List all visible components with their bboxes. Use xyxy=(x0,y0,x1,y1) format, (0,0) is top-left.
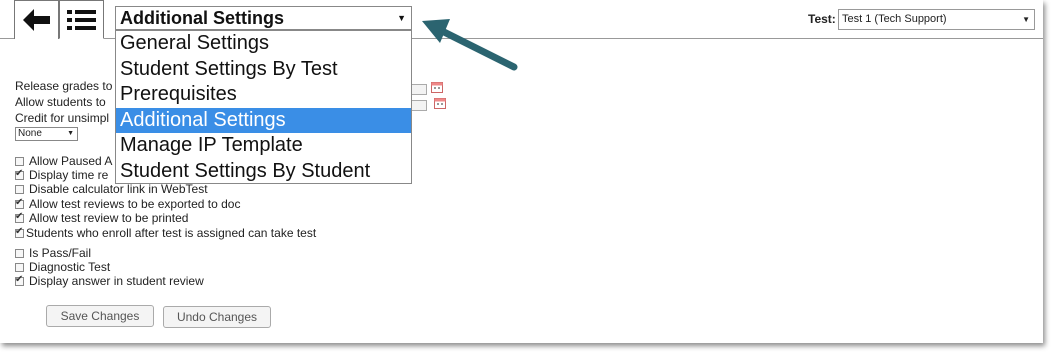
dropdown-option-prerequisites[interactable]: Prerequisites xyxy=(116,82,411,108)
checkbox[interactable] xyxy=(15,262,24,272)
checkbox-row[interactable]: Display time re xyxy=(15,168,108,182)
checkbox-row[interactable]: Display answer in student review xyxy=(15,274,204,288)
checkbox-label: Disable calculator link in WebTest xyxy=(29,182,208,196)
checkbox-label: Allow test reviews to be exported to doc xyxy=(29,197,241,211)
checkbox-label: Students who enroll after test is assign… xyxy=(26,226,317,240)
checkbox[interactable] xyxy=(15,197,24,209)
release-grades-label: Release grades to xyxy=(15,79,113,93)
test-label: Test: xyxy=(808,12,836,26)
list-icon xyxy=(66,9,96,30)
checkbox-row[interactable]: Is Pass/Fail xyxy=(15,246,91,260)
checkbox-row[interactable]: Students who enroll after test is assign… xyxy=(15,226,316,240)
chevron-down-icon: ▼ xyxy=(397,13,406,23)
credit-label: Credit for unsimpl xyxy=(15,111,110,125)
checkbox[interactable] xyxy=(15,211,24,223)
checkbox-label: Allow Paused A xyxy=(29,154,113,168)
checkbox[interactable] xyxy=(15,184,24,194)
left-arrow-icon xyxy=(22,9,50,31)
section-select-value: Additional Settings xyxy=(120,8,284,28)
annotation-arrow-icon xyxy=(422,19,518,71)
allow-students-date-field[interactable] xyxy=(411,100,427,111)
chevron-down-icon: ▼ xyxy=(67,130,74,137)
dropdown-option-student-settings-by-test[interactable]: Student Settings By Test xyxy=(116,57,411,83)
checkbox-row[interactable]: Allow Paused A xyxy=(15,154,112,168)
checkbox[interactable] xyxy=(15,248,24,258)
section-select[interactable]: Additional Settings ▼ xyxy=(115,6,412,30)
credit-select[interactable]: None ▼ xyxy=(15,127,78,141)
back-button[interactable] xyxy=(14,0,59,39)
release-grades-date-field[interactable] xyxy=(411,84,427,95)
credit-select-value: None xyxy=(18,128,42,139)
dropdown-option-additional-settings[interactable]: Additional Settings xyxy=(116,107,411,133)
checkbox-row[interactable]: Disable calculator link in WebTest xyxy=(15,182,208,196)
checkbox-label: Is Pass/Fail xyxy=(29,246,92,260)
test-select-value: Test 1 (Tech Support) xyxy=(842,13,947,25)
checkbox-row[interactable]: Diagnostic Test xyxy=(15,260,110,274)
checkbox[interactable] xyxy=(15,156,24,166)
chevron-down-icon: ▼ xyxy=(1022,15,1030,24)
dropdown-option-student-settings-by-student[interactable]: Student Settings By Student xyxy=(116,159,411,185)
calendar-icon[interactable] xyxy=(431,81,443,93)
checkbox[interactable] xyxy=(15,226,24,238)
checkbox-label: Diagnostic Test xyxy=(29,260,111,274)
save-changes-button[interactable]: Save Changes xyxy=(46,305,154,327)
undo-changes-button[interactable]: Undo Changes xyxy=(163,306,271,328)
checkbox-label: Allow test review to be printed xyxy=(29,211,189,225)
dropdown-option-manage-ip-template[interactable]: Manage IP Template xyxy=(116,133,411,159)
window-frame: Additional Settings ▼ General Settings S… xyxy=(0,0,1043,343)
dropdown-option-general-settings[interactable]: General Settings xyxy=(116,31,411,57)
test-select[interactable]: Test 1 (Tech Support) ▼ xyxy=(838,9,1035,30)
calendar-icon[interactable] xyxy=(434,97,446,109)
checkbox-row[interactable]: Allow test review to be printed xyxy=(15,211,188,225)
section-dropdown-list: General Settings Student Settings By Tes… xyxy=(115,30,412,184)
checkbox[interactable] xyxy=(15,168,24,180)
checkbox-label: Display time re xyxy=(29,168,109,182)
menu-button[interactable] xyxy=(59,0,104,39)
checkbox-row[interactable]: Allow test reviews to be exported to doc xyxy=(15,197,240,211)
checkbox-label: Display answer in student review xyxy=(29,274,204,288)
allow-students-label: Allow students to xyxy=(15,95,106,109)
checkbox[interactable] xyxy=(15,274,24,286)
